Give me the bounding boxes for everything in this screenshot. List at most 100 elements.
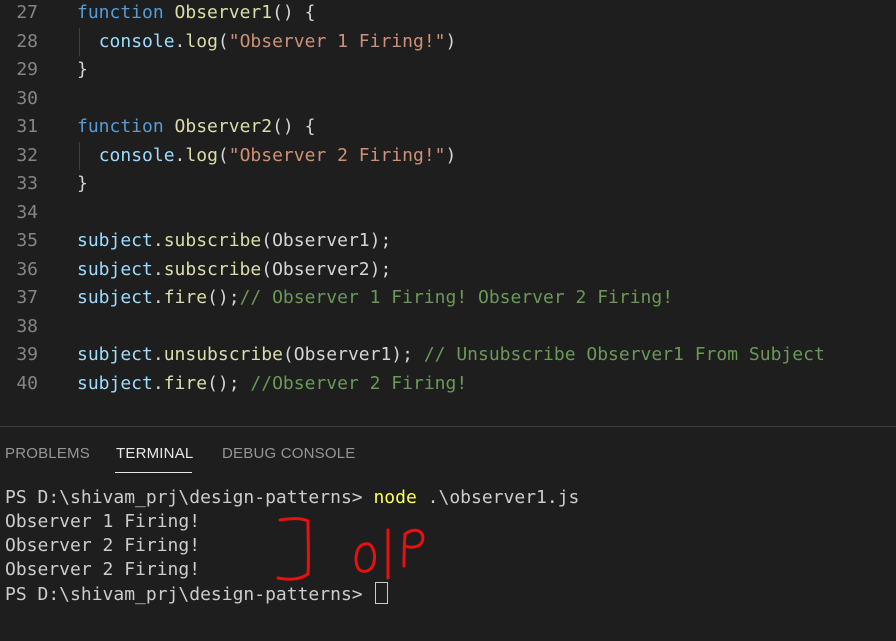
code-token: log <box>185 30 218 52</box>
code-text: subject.fire();// Observer 1 Firing! Obs… <box>77 284 673 312</box>
line-number: 30 <box>16 87 38 109</box>
code-token: function <box>77 116 164 137</box>
code-token: // Unsubscribe Observer1 From Subject <box>423 344 825 365</box>
terminal-command: node <box>373 487 417 508</box>
code-text: subject.subscribe(Observer1); <box>77 227 391 255</box>
line-number: 34 <box>16 201 38 223</box>
code-line[interactable]: 40 subject.fire(); //Observer 2 Firing! <box>0 370 896 398</box>
code-token: console <box>98 30 175 52</box>
code-token: fire <box>163 287 208 308</box>
code-line[interactable]: 33} <box>0 170 896 198</box>
terminal-output-line: Observer 1 Firing! <box>5 511 201 532</box>
line-number: 27 <box>16 2 38 23</box>
line-number: 35 <box>16 230 38 251</box>
code-line[interactable]: 34 <box>0 199 896 227</box>
code-text: } <box>77 170 88 198</box>
code-line[interactable]: 35 subject.subscribe(Observer1); <box>0 227 896 255</box>
code-token: subject <box>77 372 153 394</box>
code-token: console <box>98 144 175 166</box>
annotation-letter-p <box>402 528 425 568</box>
code-token: . <box>152 258 164 280</box>
code-text: console.log("Observer 2 Firing!") <box>77 142 457 170</box>
active-tab-indicator <box>115 472 192 473</box>
code-token: (); <box>207 287 240 308</box>
code-token: ) <box>445 144 457 166</box>
code-line[interactable]: 30 <box>0 85 896 113</box>
code-text: console.log("Observer 1 Firing!") <box>77 28 457 56</box>
code-line[interactable]: 38 <box>0 313 896 341</box>
line-number: 40 <box>16 372 38 394</box>
code-token: } <box>77 59 88 80</box>
code-line[interactable]: 36 subject.subscribe(Observer2); <box>0 256 896 284</box>
code-line[interactable]: 28 console.log("Observer 1 Firing!") <box>0 27 896 56</box>
code-token: fire <box>163 372 208 394</box>
terminal-prompt: PS D:\shivam_prj\design-patterns> <box>5 487 374 508</box>
code-token: subject <box>77 287 153 308</box>
code-text: } <box>77 56 88 84</box>
code-token: } <box>77 173 88 194</box>
code-token: () { <box>272 2 316 23</box>
code-token: (); <box>207 372 251 394</box>
terminal[interactable]: PS D:\shivam_prj\design-patterns> node .… <box>0 479 896 641</box>
line-number: 36 <box>16 258 38 280</box>
code-token: "Observer 1 Firing!" <box>228 30 446 52</box>
terminal-output-line: Observer 2 Firing! <box>5 535 201 556</box>
terminal-command-line: PS D:\shivam_prj\design-patterns> node .… <box>5 486 579 510</box>
code-token: subject <box>77 258 153 280</box>
code-token: subscribe <box>163 230 262 251</box>
code-token: (Observer2); <box>261 258 392 280</box>
code-text: subject.fire(); //Observer 2 Firing! <box>77 370 467 398</box>
code-token: Observer2 <box>174 116 273 137</box>
code-token: log <box>185 144 218 166</box>
code-token: ) <box>445 30 457 52</box>
code-editor[interactable]: 27 function Observer1() {28 console.log("… <box>0 0 896 426</box>
code-text: subject.unsubscribe(Observer1); // Unsub… <box>77 341 825 369</box>
code-token: subject <box>77 230 153 251</box>
code-token: . <box>174 30 186 52</box>
line-number: 39 <box>16 344 38 365</box>
line-number: 28 <box>16 30 38 52</box>
terminal-command-args: .\observer1.js <box>416 487 580 508</box>
line-number: 32 <box>16 144 38 166</box>
code-line[interactable]: 32 console.log("Observer 2 Firing!") <box>0 141 896 170</box>
code-token: (Observer1); <box>282 344 424 365</box>
annotation-letter-o <box>354 542 376 573</box>
handwritten-output-annotation <box>276 517 425 581</box>
code-token: function <box>77 2 164 23</box>
code-token: . <box>152 344 164 365</box>
code-token: . <box>152 230 164 251</box>
line-number: 31 <box>16 116 38 137</box>
code-token: // Observer 1 Firing! Observer 2 Firing! <box>239 287 674 308</box>
code-line[interactable]: 31 function Observer2() { <box>0 113 896 141</box>
code-token: "Observer 2 Firing!" <box>228 144 446 166</box>
code-token: . <box>152 287 164 308</box>
code-text: subject.subscribe(Observer2); <box>77 256 391 284</box>
line-number: 37 <box>16 287 38 308</box>
code-token: //Observer 2 Firing! <box>250 372 468 394</box>
code-line[interactable]: 27 function Observer1() { <box>0 0 896 27</box>
code-token: ( <box>217 30 229 52</box>
annotation-bracket <box>276 517 310 581</box>
line-number: 29 <box>16 59 38 80</box>
code-token: subscribe <box>163 258 262 280</box>
code-line[interactable]: 37 subject.fire();// Observer 1 Firing! O… <box>0 284 896 312</box>
code-token: ( <box>217 144 229 166</box>
tab-terminal[interactable]: TERMINAL <box>116 445 193 462</box>
code-line[interactable]: 39 subject.unsubscribe(Observer1); // Uns… <box>0 341 896 369</box>
terminal-output-line: Observer 2 Firing! <box>5 559 201 580</box>
tab-problems[interactable]: PROBLEMS <box>5 445 90 462</box>
code-token: subject <box>77 344 153 365</box>
code-token: (Observer1); <box>261 230 392 251</box>
code-token: unsubscribe <box>163 344 283 365</box>
tab-debug-console[interactable]: DEBUG CONSOLE <box>222 445 355 462</box>
code-token: () { <box>272 116 316 137</box>
code-line[interactable]: 29} <box>0 56 896 84</box>
code-token: Observer1 <box>174 2 273 23</box>
code-text: function Observer1() { <box>77 0 315 27</box>
line-number: 33 <box>16 173 38 194</box>
line-number: 38 <box>16 315 38 337</box>
code-token: . <box>152 372 164 394</box>
